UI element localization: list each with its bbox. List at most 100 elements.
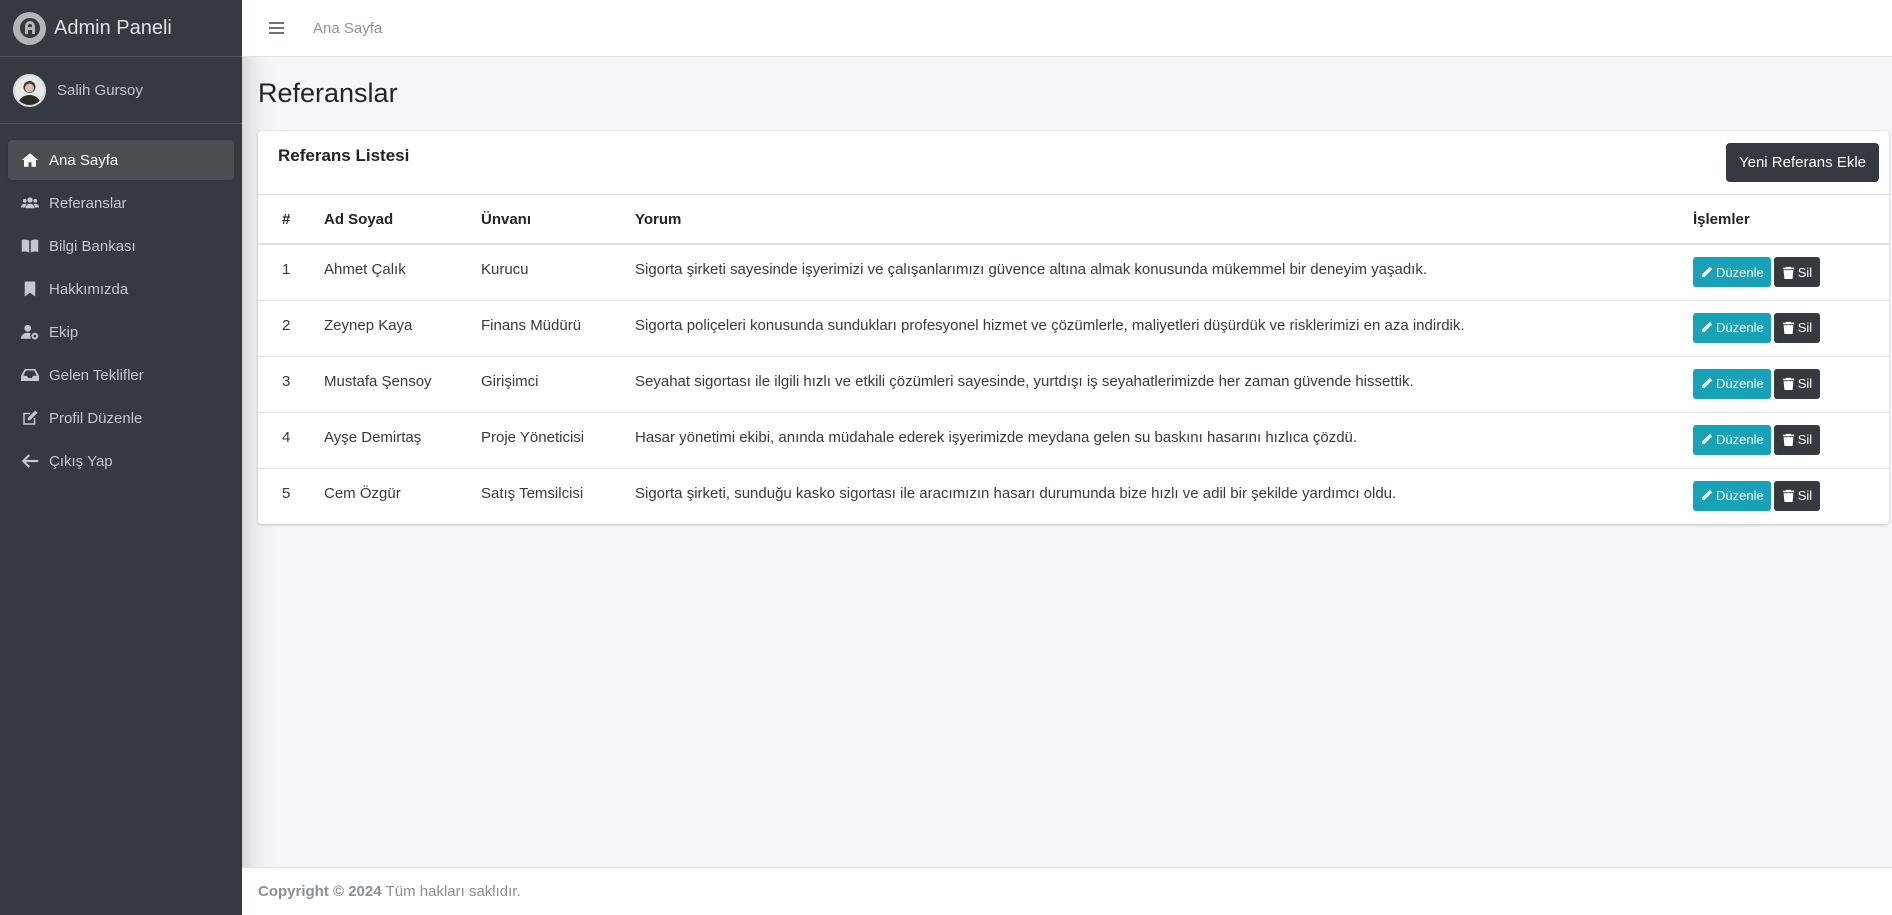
card-header: Referans Listesi Yeni Referans Ekle: [258, 131, 1889, 195]
footer-copyright: Copyright © 2024: [258, 883, 382, 900]
sidebar-item-label: Ekip: [49, 323, 79, 341]
delete-button[interactable]: Sil: [1773, 368, 1821, 399]
trash-icon: [1782, 433, 1795, 446]
cell-title: Kurucu: [481, 261, 529, 278]
edit-button[interactable]: Düzenle: [1693, 480, 1771, 511]
brand[interactable]: Admin Paneli: [0, 0, 242, 57]
cell-num: 5: [258, 467, 324, 524]
delete-button-label: Sil: [1797, 432, 1813, 447]
sidebar-item-profil-duzenle[interactable]: Profil Düzenle: [8, 398, 234, 438]
sidebar-item-label: Referanslar: [49, 194, 127, 212]
cell-actions: Düzenle Sil: [1693, 244, 1889, 300]
delete-button-label: Sil: [1797, 264, 1813, 280]
cell-name: Zeynep Kaya: [324, 299, 481, 356]
sidebar-item-gelen-teklifler[interactable]: Gelen Teklifler: [8, 355, 234, 395]
sidebar-item-label: Gelen Teklifler: [49, 366, 144, 384]
pencil-icon: [1700, 266, 1713, 279]
home-icon: [19, 151, 41, 169]
edit-button-label: Düzenle: [1716, 320, 1764, 335]
edit-button-label: Düzenle: [1716, 376, 1764, 391]
column-header-num: #: [258, 195, 324, 245]
references-card: Referans Listesi Yeni Referans Ekle # Ad…: [258, 131, 1889, 524]
cell-title: Finans Müdürü: [481, 299, 635, 356]
pencil-icon: [1700, 489, 1713, 502]
cell-actions: Düzenle Sil: [1693, 299, 1889, 356]
sidebar-item-bilgi-bankasi[interactable]: Bilgi Bankası: [8, 226, 234, 266]
cell-comment: Hasar yönetimi ekibi, anında müdahale ed…: [635, 411, 1693, 468]
sidebar-item-ekip[interactable]: Ekip: [8, 312, 234, 352]
user-cog-icon: [19, 323, 41, 341]
sidebar: Admin Paneli Salih Gursoy Ana Sayfa Refe…: [0, 0, 242, 915]
column-header-actions: İşlemler: [1693, 195, 1889, 245]
delete-button[interactable]: Sil: [1773, 424, 1821, 455]
sidebar-item-label: Ana Sayfa: [49, 151, 119, 169]
column-header-name: Ad Soyad: [324, 195, 481, 245]
cell-name: Cem Özgür: [324, 467, 481, 524]
edit-button[interactable]: Düzenle: [1693, 257, 1771, 287]
cell-title: Satış Temsilcisi: [481, 467, 635, 524]
cell-actions: Düzenle Sil: [1693, 467, 1889, 524]
delete-button[interactable]: Sil: [1773, 257, 1821, 287]
column-header-comment: Yorum: [635, 195, 1693, 245]
cell-actions: Düzenle Sil: [1693, 411, 1889, 468]
edit-button[interactable]: Düzenle: [1693, 368, 1771, 399]
table-row: 2 Zeynep Kaya Finans Müdürü Sigorta poli…: [258, 299, 1889, 356]
trash-icon: [1782, 321, 1795, 334]
sidebar-item-label: Profil Düzenle: [49, 409, 143, 427]
cell-name: Ahmet Çalık: [324, 261, 406, 278]
cell-name: Mustafa Şensoy: [324, 355, 481, 412]
column-header-title: Ünvanı: [481, 195, 635, 245]
cell-num: 1: [282, 261, 291, 278]
pencil-icon: [1700, 377, 1713, 390]
footer-rights: Tüm hakları saklıdır.: [385, 883, 521, 900]
sidebar-item-ana-sayfa[interactable]: Ana Sayfa: [8, 140, 234, 180]
cell-comment: Seyahat sigortası ile ilgili hızlı ve et…: [635, 355, 1693, 412]
cell-comment: Sigorta şirketi, sunduğu kasko sigortası…: [635, 467, 1693, 524]
trash-icon: [1782, 489, 1795, 502]
table-header-row: # Ad Soyad Ünvanı Yorum İşlemler: [258, 195, 1889, 245]
breadcrumb-home-link[interactable]: Ana Sayfa: [313, 20, 382, 37]
main-content: Referanslar Referans Listesi Yeni Refera…: [242, 57, 1892, 868]
users-icon: [19, 194, 41, 212]
pencil-icon: [1700, 433, 1713, 446]
edit-button[interactable]: Düzenle: [1693, 424, 1771, 455]
pencil-icon: [1700, 321, 1713, 334]
table-row: 1 Ahmet Çalık Kurucu Sigorta şirketi say…: [258, 244, 1889, 300]
card-title: Referans Listesi: [278, 146, 410, 165]
add-reference-button[interactable]: Yeni Referans Ekle: [1725, 143, 1879, 182]
sidebar-item-cikis-yap[interactable]: Çıkış Yap: [8, 441, 234, 481]
top-navbar: Ana Sayfa: [242, 0, 1892, 57]
edit-icon: [19, 409, 41, 427]
avatar: [13, 73, 46, 107]
user-panel[interactable]: Salih Gursoy: [0, 57, 242, 124]
cell-num: 2: [258, 299, 324, 356]
hamburger-menu-icon[interactable]: [266, 18, 286, 38]
delete-button[interactable]: Sil: [1773, 312, 1821, 343]
delete-button-label: Sil: [1797, 376, 1813, 391]
page-title: Referanslar: [258, 78, 398, 108]
trash-icon: [1782, 266, 1795, 279]
brand-title: Admin Paneli: [54, 16, 172, 39]
user-name: Salih Gursoy: [57, 81, 143, 99]
sidebar-item-hakkimizda[interactable]: Hakkımızda: [8, 269, 234, 309]
delete-button-label: Sil: [1797, 320, 1813, 335]
cell-num: 3: [258, 355, 324, 412]
arrow-left-icon: [19, 452, 41, 470]
table-row: 4 Ayşe Demirtaş Proje Yöneticisi Hasar y…: [258, 411, 1889, 468]
edit-button-label: Düzenle: [1716, 432, 1764, 447]
book-icon: [19, 237, 41, 255]
cell-comment: Sigorta şirketi sayesinde işyerimizi ve …: [635, 261, 1428, 278]
table-row: 3 Mustafa Şensoy Girişimci Seyahat sigor…: [258, 355, 1889, 412]
sidebar-item-label: Hakkımızda: [49, 280, 129, 298]
edit-button-label: Düzenle: [1716, 264, 1764, 280]
delete-button-label: Sil: [1797, 488, 1813, 503]
delete-button[interactable]: Sil: [1773, 480, 1821, 511]
cell-title: Girişimci: [481, 355, 635, 412]
edit-button[interactable]: Düzenle: [1693, 312, 1771, 343]
sidebar-item-label: Bilgi Bankası: [49, 237, 136, 255]
footer: Copyright © 2024 Tüm hakları saklıdır.: [242, 867, 1892, 915]
cell-name: Ayşe Demirtaş: [324, 411, 481, 468]
sidebar-item-referanslar[interactable]: Referanslar: [8, 183, 234, 223]
cell-actions: Düzenle Sil: [1693, 355, 1889, 412]
table-row: 5 Cem Özgür Satış Temsilcisi Sigorta şir…: [258, 467, 1889, 524]
